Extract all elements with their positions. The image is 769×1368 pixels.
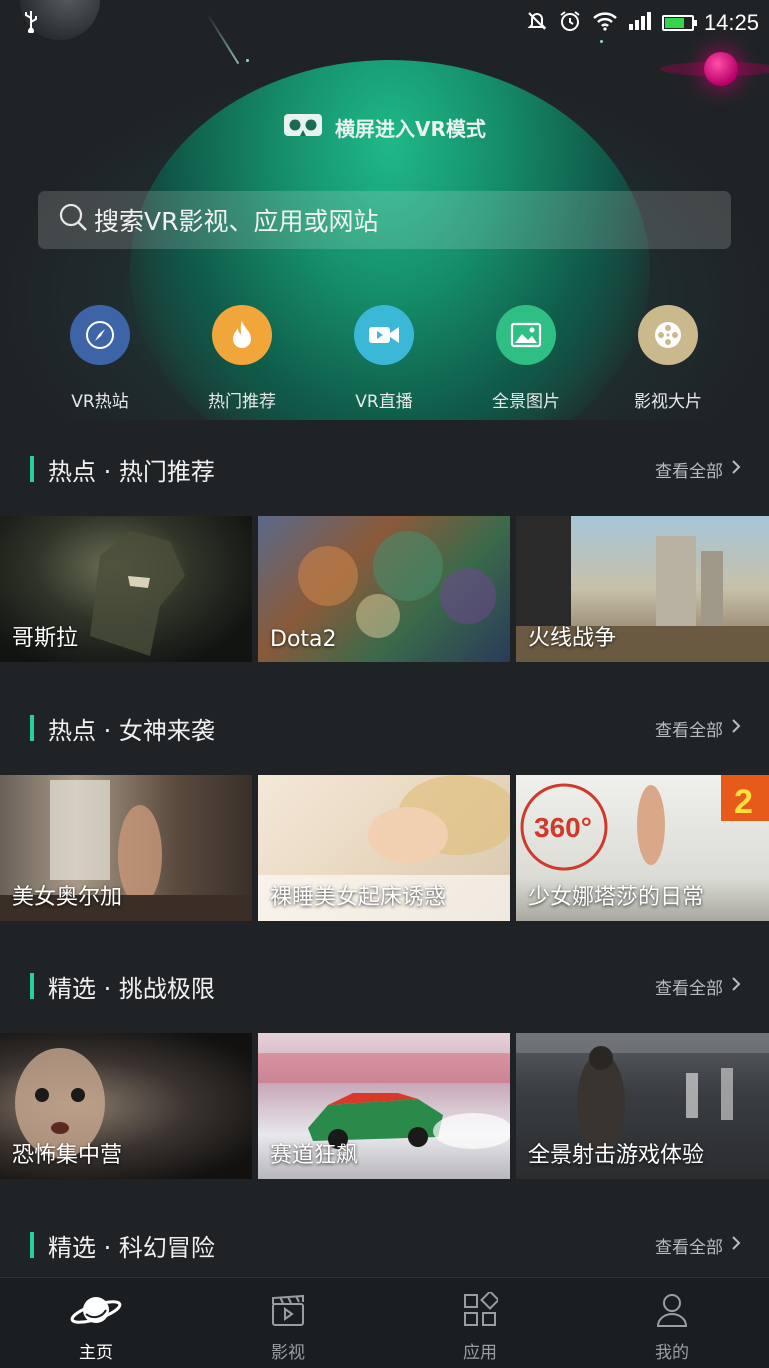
search-icon: [58, 202, 94, 238]
tab-label: 我的: [655, 1343, 689, 1363]
star-dot: [246, 59, 249, 62]
section-header-goddess: 热点 · 女神来袭 查看全部: [0, 708, 769, 748]
chevron-right-icon: [731, 1235, 741, 1256]
content-card[interactable]: 裸睡美女起床诱惑: [258, 775, 510, 921]
content-card[interactable]: 恐怖集中营: [0, 1033, 252, 1179]
compass-icon: [70, 305, 130, 365]
category-movies[interactable]: 影视大片: [597, 305, 739, 412]
wifi-icon: [592, 11, 618, 35]
view-all-link[interactable]: 查看全部: [655, 457, 741, 482]
category-label: 全景图片: [492, 392, 560, 412]
clock: 14:25: [703, 10, 759, 35]
mute-icon: [526, 10, 548, 36]
card-title: 恐怖集中营: [12, 1143, 123, 1168]
vr-mode-banner[interactable]: 横屏进入VR模式: [0, 112, 769, 143]
section-header-extreme: 精选 · 挑战极限 查看全部: [0, 966, 769, 1006]
card-title: 少女娜塔莎的日常: [528, 885, 705, 910]
flame-icon: [212, 305, 272, 365]
content-row: 恐怖集中营 赛道狂飙 全景射击游戏体验: [0, 1033, 769, 1179]
content-card[interactable]: 哥斯拉: [0, 516, 252, 662]
status-icons: 14:25: [526, 9, 759, 37]
category-hot-recommend[interactable]: 热门推荐: [171, 305, 313, 412]
content-card[interactable]: 赛道狂飙: [258, 1033, 510, 1179]
card-title: 全景射击游戏体验: [528, 1143, 705, 1168]
card-title: Dota2: [270, 627, 337, 652]
category-label: VR热站: [71, 392, 129, 412]
content-card[interactable]: Dota2: [258, 516, 510, 662]
content-row: 美女奥尔加 裸睡美女起床诱惑 360° 2 少女娜塔莎的日常: [0, 775, 769, 921]
category-vr-sites[interactable]: VR热站: [29, 305, 171, 412]
section-title: 精选 · 挑战极限: [48, 974, 215, 1003]
svg-text:360°: 360°: [534, 812, 592, 843]
section-title: 热点 · 热门推荐: [48, 457, 215, 486]
content-card[interactable]: 360° 2 少女娜塔莎的日常: [516, 775, 769, 921]
tab-home[interactable]: 主页: [0, 1278, 192, 1368]
apps-grid-icon: [462, 1290, 500, 1332]
content-card[interactable]: 火线战争: [516, 516, 769, 662]
section-accent-bar: [30, 1232, 34, 1258]
alarm-icon: [558, 9, 582, 37]
status-bar: 14:25: [0, 0, 769, 46]
tab-label: 影视: [271, 1343, 305, 1363]
vr-mode-label: 横屏进入VR模式: [335, 117, 486, 141]
category-panorama[interactable]: 全景图片: [455, 305, 597, 412]
content-card[interactable]: 全景射击游戏体验: [516, 1033, 769, 1179]
view-all-link[interactable]: 查看全部: [655, 1233, 741, 1258]
user-icon: [654, 1292, 690, 1332]
category-label: 影视大片: [634, 392, 702, 412]
chevron-right-icon: [731, 718, 741, 739]
category-label: VR直播: [355, 392, 413, 412]
svg-text:2: 2: [734, 783, 753, 821]
section-header-scifi: 精选 · 科幻冒险 查看全部: [0, 1225, 769, 1265]
content-card[interactable]: 美女奥尔加: [0, 775, 252, 921]
section-accent-bar: [30, 715, 34, 741]
category-shortcuts: VR热站 热门推荐 VR直播 全景图片 影视大片: [0, 305, 769, 412]
section-title-wrap: 精选 · 科幻冒险: [30, 1228, 215, 1263]
chevron-right-icon: [731, 976, 741, 997]
tab-label: 主页: [79, 1343, 113, 1363]
section-accent-bar: [30, 973, 34, 999]
content-row: 哥斯拉 Dota2 火线战争: [0, 516, 769, 662]
section-title-wrap: 热点 · 热门推荐: [30, 452, 215, 487]
bottom-tab-bar: 主页 影视 应用 我的: [0, 1277, 769, 1368]
view-all-link[interactable]: 查看全部: [655, 716, 741, 741]
clapperboard-icon: [270, 1292, 306, 1332]
search-placeholder: 搜索VR影视、应用或网站: [94, 207, 379, 236]
signal-icon: [628, 11, 652, 35]
tab-apps[interactable]: 应用: [384, 1278, 576, 1368]
vr-headset-icon: [283, 112, 323, 143]
search-bar[interactable]: 搜索VR影视、应用或网站: [38, 191, 731, 249]
view-all-label: 查看全部: [655, 978, 723, 999]
section-title: 精选 · 科幻冒险: [48, 1233, 215, 1262]
tab-label: 应用: [463, 1343, 497, 1363]
video-camera-icon: [354, 305, 414, 365]
view-all-label: 查看全部: [655, 720, 723, 741]
section-header-hot-recommend: 热点 · 热门推荐 查看全部: [0, 449, 769, 489]
card-title: 裸睡美女起床诱惑: [270, 885, 447, 910]
tab-me[interactable]: 我的: [576, 1278, 768, 1368]
section-title: 热点 · 女神来袭: [48, 716, 215, 745]
battery-icon: [661, 15, 697, 31]
card-title: 美女奥尔加: [12, 885, 123, 910]
usb-icon: [22, 9, 40, 37]
pink-planet-graphic: [704, 52, 738, 86]
planet-icon: [70, 1292, 122, 1332]
view-all-label: 查看全部: [655, 461, 723, 482]
section-accent-bar: [30, 456, 34, 482]
view-all-label: 查看全部: [655, 1237, 723, 1258]
chevron-right-icon: [731, 459, 741, 480]
film-reel-icon: [638, 305, 698, 365]
tab-movies[interactable]: 影视: [192, 1278, 384, 1368]
section-title-wrap: 热点 · 女神来袭: [30, 711, 215, 746]
category-label: 热门推荐: [208, 392, 276, 412]
view-all-link[interactable]: 查看全部: [655, 974, 741, 999]
card-title: 火线战争: [528, 626, 617, 651]
card-title: 赛道狂飙: [270, 1143, 359, 1168]
image-icon: [496, 305, 556, 365]
category-vr-live[interactable]: VR直播: [313, 305, 455, 412]
card-title: 哥斯拉: [12, 626, 79, 651]
section-title-wrap: 精选 · 挑战极限: [30, 969, 215, 1004]
